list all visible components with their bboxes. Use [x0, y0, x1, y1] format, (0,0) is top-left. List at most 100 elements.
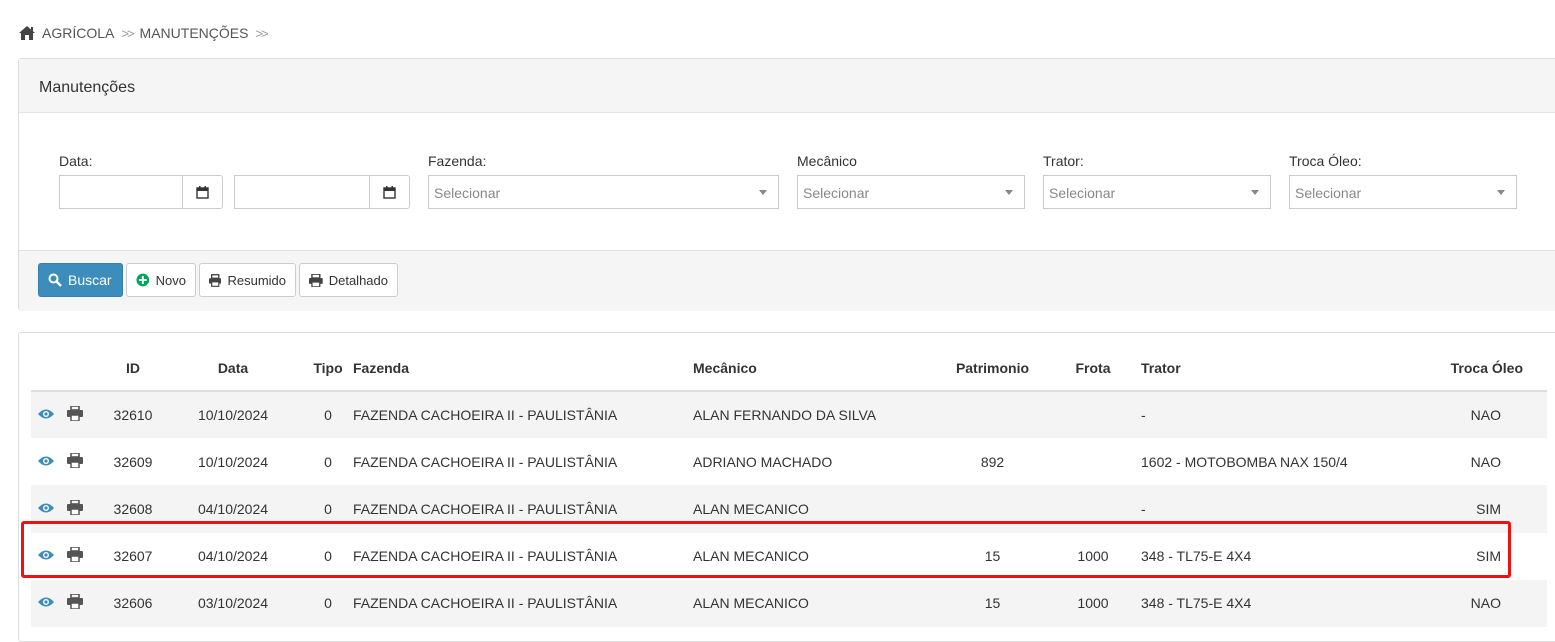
table-row: 32606 03/10/2024 0 FAZENDA CACHOEIRA II - P… [31, 579, 1547, 627]
filter-panel: Manutenções Data: Fazenda: Selecionar Me… [18, 58, 1555, 311]
cell-frota [1045, 391, 1141, 438]
view-eye-icon[interactable] [37, 595, 55, 611]
troca-oleo-select-value: Selecionar [1295, 185, 1362, 201]
cell-frota: 1000 [1077, 595, 1109, 612]
cell-data: 03/10/2024 [197, 595, 269, 612]
cell-mecanico: ADRIANO MACHADO [693, 453, 833, 470]
table-header-row: ID Data Tipo Fazenda Mecânico Patrimonio… [31, 345, 1547, 392]
row-actions [31, 533, 103, 580]
cell-id: 32610 [113, 407, 153, 424]
view-eye-icon[interactable] [37, 501, 55, 517]
cell-troca-oleo: SIM [1476, 548, 1501, 565]
cell-fazenda: FAZENDA CACHOEIRA II - PAULISTÂNIA [353, 548, 618, 565]
filters-area: Data: Fazenda: Selecionar Mecânico Selec… [19, 113, 1555, 250]
row-actions [31, 438, 103, 485]
mecanico-label: Mecânico [797, 153, 857, 169]
results-table: ID Data Tipo Fazenda Mecânico Patrimonio… [31, 345, 1547, 627]
breadcrumb-item-agricola[interactable]: AGRÍCOLA [42, 25, 114, 41]
trator-label: Trator: [1043, 153, 1084, 169]
column-header-frota[interactable]: Frota [1045, 345, 1141, 392]
print-icon[interactable] [67, 405, 83, 424]
cell-trator: 348 - TL75-E 4X4 [1141, 595, 1252, 612]
cell-fazenda: FAZENDA CACHOEIRA II - PAULISTÂNIA [353, 453, 618, 470]
mecanico-select-value: Selecionar [803, 185, 870, 201]
resumido-label: Resumido [227, 272, 286, 288]
troca-oleo-label: Troca Óleo: [1289, 153, 1362, 169]
breadcrumb: AGRÍCOLA >> MANUTENÇÕES >> [18, 24, 274, 42]
detalhado-label: Detalhado [328, 272, 388, 288]
column-header-patrimonio[interactable]: Patrimonio [940, 345, 1045, 392]
fazenda-select[interactable]: Selecionar [428, 175, 779, 209]
cell-patrimonio: 15 [984, 595, 1001, 612]
cell-tipo: 0 [324, 595, 332, 612]
row-actions [31, 580, 103, 627]
novo-label: Novo [155, 272, 186, 288]
date-to-input[interactable] [234, 175, 370, 209]
cell-id: 32606 [113, 595, 153, 612]
column-header-tipo[interactable]: Tipo [303, 345, 353, 392]
cell-patrimonio [940, 391, 1045, 438]
column-header-data[interactable]: Data [163, 345, 303, 392]
column-header-mecanico[interactable]: Mecânico [693, 345, 940, 392]
breadcrumb-separator: >> [255, 25, 268, 41]
table-row: 32607 04/10/2024 0 FAZENDA CACHOEIRA II - P… [31, 533, 1547, 580]
print-icon [209, 273, 222, 287]
breadcrumb-item-manutencoes[interactable]: MANUTENÇÕES [140, 25, 249, 41]
cell-troca-oleo: NAO [1470, 453, 1501, 470]
cell-tipo: 0 [324, 407, 332, 424]
resumido-button[interactable]: Resumido [199, 263, 296, 297]
chevron-down-icon [1497, 190, 1505, 195]
fazenda-label: Fazenda: [428, 153, 487, 169]
column-header-trator[interactable]: Trator [1141, 345, 1376, 392]
table-row: 32610 10/10/2024 0 FAZENDA CACHOEIRA II - P… [31, 391, 1547, 439]
print-icon [309, 273, 323, 287]
detalhado-button[interactable]: Detalhado [299, 263, 398, 297]
home-icon[interactable] [18, 25, 36, 41]
date-from-input[interactable] [59, 175, 183, 209]
column-header-id[interactable]: ID [103, 345, 163, 392]
buscar-label: Buscar [68, 272, 112, 288]
trator-select[interactable]: Selecionar [1043, 175, 1271, 209]
date-label: Data: [59, 153, 93, 169]
cell-frota [1045, 485, 1141, 532]
table-row: 32609 10/10/2024 0 FAZENDA CACHOEIRA II - P… [31, 438, 1547, 485]
plus-circle-icon [136, 273, 150, 287]
fazenda-select-value: Selecionar [434, 185, 501, 201]
cell-id: 32609 [113, 453, 153, 470]
cell-trator: - [1141, 500, 1146, 517]
date-to-calendar-button[interactable] [369, 175, 410, 209]
cell-frota [1045, 438, 1141, 485]
chevron-down-icon [759, 190, 767, 195]
chevron-down-icon [1005, 190, 1013, 195]
cell-id: 32608 [113, 500, 153, 517]
print-icon[interactable] [67, 546, 83, 565]
column-header-troca-oleo[interactable]: Troca Óleo [1376, 345, 1547, 392]
cell-patrimonio: 892 [980, 453, 1005, 470]
print-icon[interactable] [67, 451, 83, 471]
actions-header [31, 345, 103, 392]
cell-data: 04/10/2024 [197, 548, 269, 565]
buscar-button[interactable]: Buscar [38, 263, 123, 297]
cell-fazenda: FAZENDA CACHOEIRA II - PAULISTÂNIA [353, 407, 618, 424]
print-icon[interactable] [67, 499, 83, 518]
cell-fazenda: FAZENDA CACHOEIRA II - PAULISTÂNIA [353, 595, 618, 612]
cell-id: 32607 [113, 548, 153, 565]
view-eye-icon[interactable] [37, 407, 55, 423]
mecanico-select[interactable]: Selecionar [797, 175, 1025, 209]
novo-button[interactable]: Novo [126, 263, 196, 297]
cell-data: 10/10/2024 [197, 407, 269, 424]
cell-fazenda: FAZENDA CACHOEIRA II - PAULISTÂNIA [353, 500, 618, 517]
troca-oleo-select[interactable]: Selecionar [1289, 175, 1517, 209]
calendar-icon [196, 185, 209, 199]
row-actions [31, 391, 103, 438]
cell-data: 04/10/2024 [197, 500, 269, 517]
date-from-calendar-button[interactable] [182, 175, 223, 209]
cell-trator: 348 - TL75-E 4X4 [1141, 548, 1252, 565]
chevron-down-icon [1251, 190, 1259, 195]
row-actions [31, 485, 103, 532]
view-eye-icon[interactable] [37, 454, 55, 470]
column-header-fazenda[interactable]: Fazenda [353, 345, 693, 392]
view-eye-icon[interactable] [37, 548, 55, 564]
print-icon[interactable] [67, 593, 83, 612]
cell-frota: 1000 [1077, 548, 1109, 565]
